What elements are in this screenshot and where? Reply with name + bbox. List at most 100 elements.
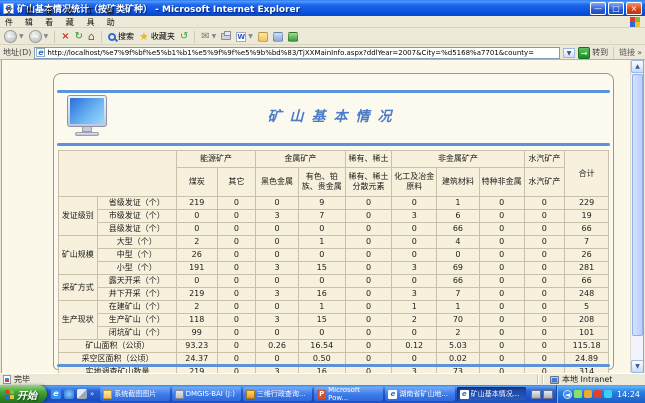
- total-cell: 229: [565, 197, 609, 210]
- tray-status-icon[interactable]: [574, 390, 582, 398]
- quicklaunch-app-icon[interactable]: [64, 389, 74, 399]
- back-button[interactable]: ← ▼: [3, 30, 25, 43]
- forward-dropdown-icon[interactable]: ▼: [44, 33, 49, 40]
- ppt-icon: P: [317, 390, 326, 399]
- data-cell: 191: [176, 262, 217, 275]
- search-button[interactable]: 搜索: [107, 31, 135, 42]
- go-button[interactable]: → 转到: [578, 47, 608, 59]
- data-cell: 0: [176, 210, 217, 223]
- data-cell: 0: [479, 223, 524, 236]
- data-cell: 0: [392, 223, 437, 236]
- taskbar-button[interactable]: 三维行政查询...: [243, 387, 312, 401]
- quicklaunch-overflow-chevron[interactable]: »: [90, 390, 94, 398]
- scroll-up-icon[interactable]: ▲: [631, 60, 644, 73]
- show-desktop-icon[interactable]: [77, 389, 87, 399]
- keyboard-tray-icon[interactable]: [543, 390, 553, 399]
- statusbar-separator: [542, 375, 544, 384]
- taskbar-button[interactable]: e湖南省矿山地...: [385, 387, 454, 401]
- data-cell: 0: [256, 249, 299, 262]
- taskbar-button[interactable]: PMicrosoft Pow...: [314, 387, 383, 401]
- edit-dropdown-icon[interactable]: ▼: [248, 33, 253, 40]
- summary-row: 矿山面积（公顷）93.2300.2616.5400.125.0300115.18: [59, 340, 609, 353]
- forward-button[interactable]: → ▼: [28, 30, 50, 43]
- favorites-star-icon: ★: [139, 30, 149, 43]
- table-row: 小型（个）1910315036900281: [59, 262, 609, 275]
- task-buttons-container: 系统截图图片DMGIS-BAI (J:)三维行政查询...PMicrosoft …: [98, 387, 528, 401]
- column-header: 水汽矿产: [524, 168, 565, 197]
- table-row: 发证级别省级发证（个）21900900100229: [59, 197, 609, 210]
- mail-dropdown-icon[interactable]: ▼: [212, 33, 217, 40]
- total-cell: 101: [565, 327, 609, 340]
- taskbar: 开始 e » 系统截图图片DMGIS-BAI (J:)三维行政查询...PMic…: [0, 385, 645, 403]
- print-button[interactable]: [220, 33, 232, 40]
- data-cell: 0: [524, 275, 565, 288]
- data-cell: 0: [298, 275, 345, 288]
- messenger-button[interactable]: [287, 32, 299, 42]
- taskbar-button-label: 湖南省矿山地...: [399, 389, 448, 399]
- corner-cell: [59, 151, 177, 197]
- stop-button[interactable]: ×: [60, 31, 70, 42]
- tray-status-icon[interactable]: [594, 390, 602, 398]
- discuss-button[interactable]: [257, 32, 269, 42]
- taskbar-button[interactable]: 系统截图图片: [100, 387, 169, 401]
- printer-tray-icon[interactable]: [531, 390, 541, 399]
- table-row: 矿山规模大型（个）2001004007: [59, 236, 609, 249]
- scroll-down-icon[interactable]: ▼: [631, 360, 644, 373]
- table-container: 能源矿产金属矿产稀有、稀土非金属矿产水汽矿产合计煤炭其它黑色金属有色、铂族、贵金…: [58, 150, 609, 362]
- search-icon: [108, 33, 116, 41]
- data-cell: 7: [298, 210, 345, 223]
- vertical-scrollbar[interactable]: ▲ ▼: [630, 60, 643, 373]
- discuss-icon: [258, 32, 268, 42]
- mail-icon: ✉: [201, 31, 209, 42]
- row-label: 大型（个）: [97, 236, 176, 249]
- scrollbar-thumb[interactable]: [632, 74, 643, 336]
- tray-status-icon[interactable]: [604, 390, 612, 398]
- data-cell: 0: [524, 327, 565, 340]
- toolbar-separator: [54, 31, 55, 43]
- row-label: 省级发证（个）: [97, 197, 176, 210]
- data-cell: 0: [256, 327, 299, 340]
- print-icon: [221, 33, 231, 40]
- refresh-button[interactable]: ↻: [74, 31, 84, 42]
- data-cell: 0: [479, 327, 524, 340]
- close-button[interactable]: ×: [626, 2, 642, 15]
- research-icon: [273, 32, 283, 42]
- toolbar-separator: [194, 31, 195, 43]
- data-cell: 0: [392, 327, 437, 340]
- history-button[interactable]: ↺: [179, 31, 189, 42]
- table-row: 井下开采（个）219031603700248: [59, 288, 609, 301]
- data-cell: 0: [524, 210, 565, 223]
- data-cell: 3: [256, 210, 299, 223]
- page-icon: e: [36, 48, 45, 57]
- address-dropdown-icon[interactable]: ▼: [563, 48, 575, 58]
- quicklaunch-ie-icon[interactable]: e: [51, 389, 61, 399]
- data-cell: 0: [345, 236, 392, 249]
- home-button[interactable]: ⌂: [87, 30, 96, 43]
- tray-icons-container: [574, 390, 612, 398]
- links-button[interactable]: 链接 »: [619, 47, 642, 58]
- column-group-header: 非金属矿产: [392, 151, 524, 168]
- data-cell: 0: [524, 314, 565, 327]
- taskbar-button[interactable]: DMGIS-BAI (J:): [172, 387, 241, 401]
- back-dropdown-icon[interactable]: ▼: [19, 33, 24, 40]
- edit-button[interactable]: W▼: [235, 32, 254, 42]
- tray-status-icon[interactable]: [584, 390, 592, 398]
- taskbar-button[interactable]: e矿山基本情况...: [457, 387, 526, 401]
- data-cell: 0: [345, 210, 392, 223]
- zone-label: 本地 Intranet: [562, 374, 612, 385]
- address-input[interactable]: e http://localhost/%e7%9f%bf%e5%b1%b1%e5…: [34, 47, 560, 59]
- data-cell: 0: [479, 197, 524, 210]
- research-button[interactable]: [272, 32, 284, 42]
- data-cell: 0: [217, 327, 256, 340]
- tray-collapse-chevron-icon[interactable]: ◄: [563, 390, 572, 399]
- row-group-label: 采矿方式: [59, 275, 98, 301]
- start-button[interactable]: 开始: [0, 385, 47, 403]
- favorites-button[interactable]: ★ 收藏夹: [138, 30, 176, 43]
- column-group-header: 水汽矿产: [524, 151, 565, 168]
- browser-toolbar: ← ▼ → ▼ × ↻ ⌂ 搜索 ★ 收藏夹 ↺ ✉▼ W▼: [0, 29, 645, 45]
- column-header: 黑色金属: [256, 168, 299, 197]
- mail-button[interactable]: ✉▼: [200, 31, 217, 42]
- restore-button[interactable]: □: [608, 2, 624, 15]
- minimize-button[interactable]: —: [590, 2, 606, 15]
- data-cell: 0: [345, 301, 392, 314]
